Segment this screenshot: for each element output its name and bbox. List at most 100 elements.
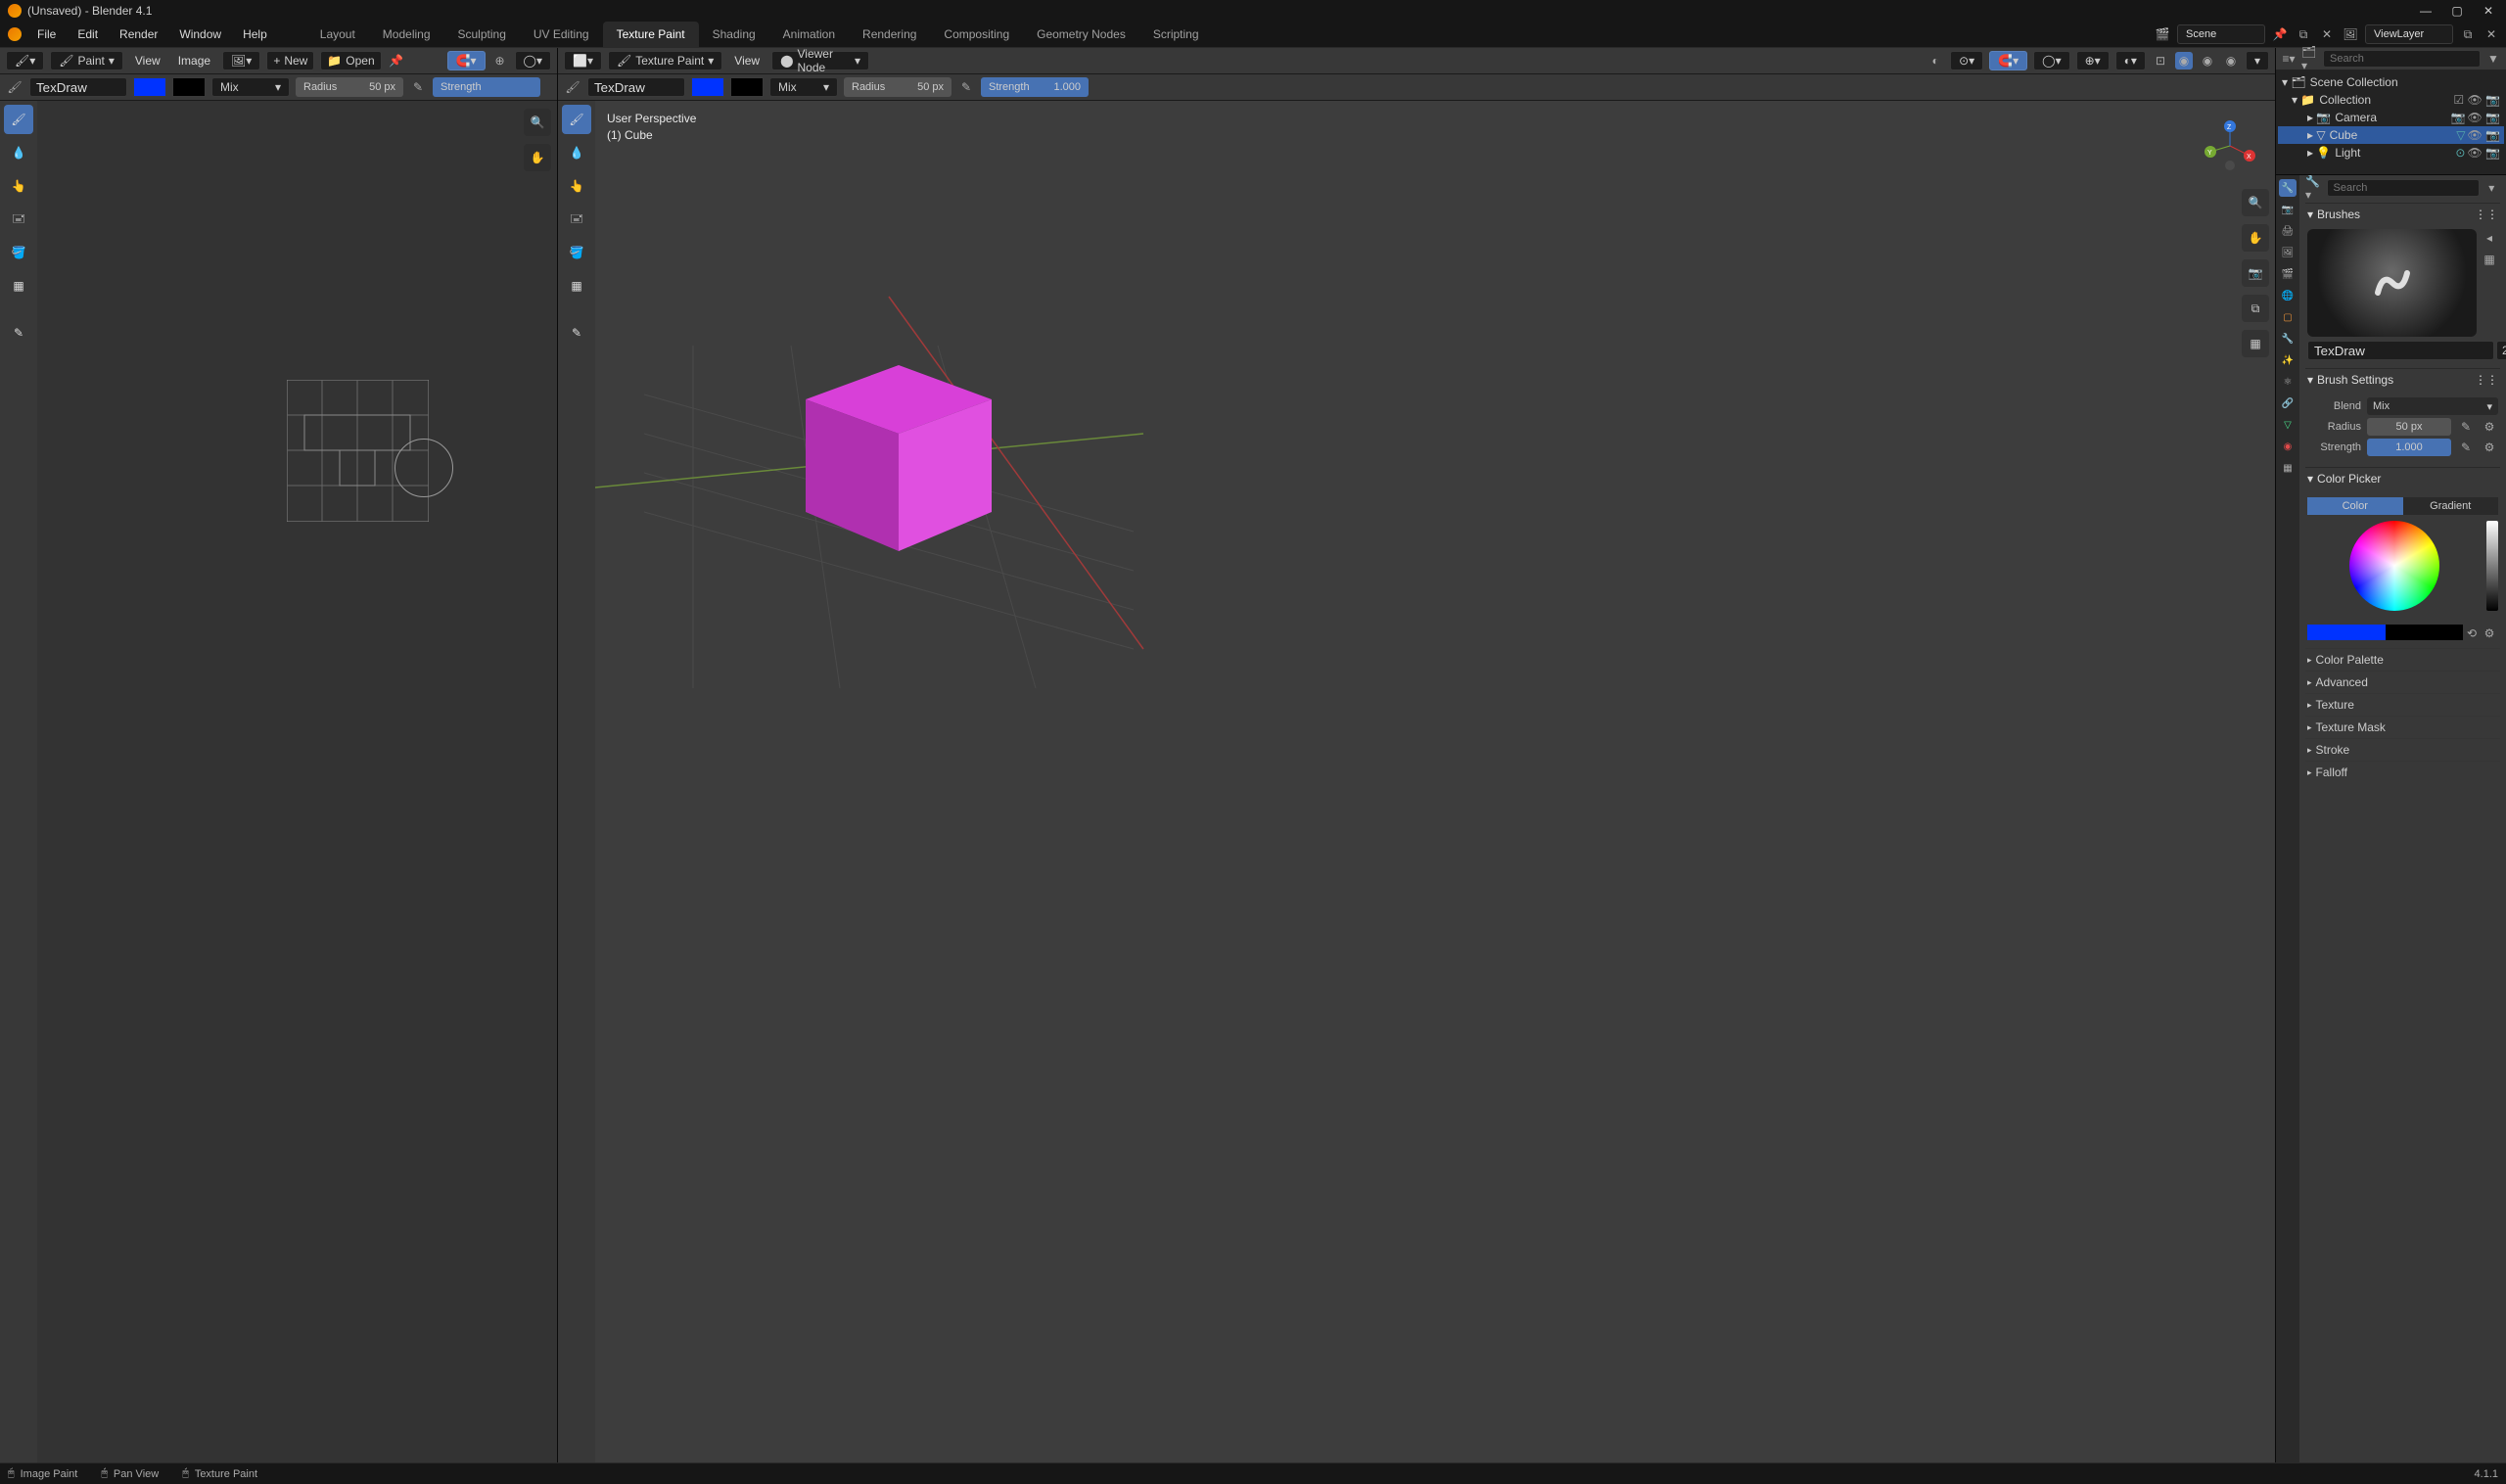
tab-constraints[interactable]: 🔗 xyxy=(2279,394,2297,412)
outliner-filter-icon[interactable]: ▼ xyxy=(2484,50,2502,68)
viewlayer-new-icon[interactable]: ⧉ xyxy=(2459,25,2477,43)
snap-dropdown[interactable]: 🧲▾ xyxy=(447,51,486,70)
color-settings-icon[interactable]: ⚙ xyxy=(2481,625,2498,642)
strength-unit-icon[interactable]: ⚙ xyxy=(2481,439,2498,456)
annotate-tool-3d[interactable]: ✎ xyxy=(562,318,591,348)
mask-tool-3d[interactable]: ▦ xyxy=(562,271,591,301)
view-menu-3d[interactable]: View xyxy=(728,52,766,70)
mode-3d-dropdown[interactable]: 🖌 Texture Paint ▾ xyxy=(608,51,722,70)
axis-gizmo[interactable]: X Y Z xyxy=(2203,118,2257,173)
brush-thumb-icon[interactable]: ▦ xyxy=(2481,251,2498,268)
props-options-icon[interactable]: ▾ xyxy=(2483,179,2501,197)
ws-shading[interactable]: Shading xyxy=(699,22,769,47)
radius-slider[interactable]: Radius50 px xyxy=(296,77,403,97)
pan-icon[interactable]: ✋ xyxy=(524,144,551,171)
strength-3d-slider[interactable]: Strength1.000 xyxy=(981,77,1089,97)
brush-users[interactable]: 2 xyxy=(2496,341,2506,360)
pan-3d-icon[interactable]: ✋ xyxy=(2242,224,2269,252)
panel-texture-mask[interactable]: Texture Mask xyxy=(2305,716,2500,738)
soften-tool-3d[interactable]: 💧 xyxy=(562,138,591,167)
ws-scripting[interactable]: Scripting xyxy=(1139,22,1213,47)
menu-render[interactable]: Render xyxy=(110,23,167,45)
blend-mode-dropdown[interactable]: Mix ▾ xyxy=(211,77,290,97)
viewlayer-icon[interactable]: 🖼 xyxy=(2342,25,2359,43)
overlay-3d-dropdown[interactable]: ◐▾ xyxy=(2115,51,2146,70)
menu-file[interactable]: File xyxy=(27,23,66,45)
viewlayer-input[interactable] xyxy=(2365,24,2453,44)
mask-tool[interactable]: ▦ xyxy=(4,271,33,301)
tab-render[interactable]: 📷 xyxy=(2279,201,2297,218)
perspective-icon[interactable]: ▦ xyxy=(2242,330,2269,357)
brush-preview[interactable] xyxy=(2307,229,2477,337)
shading-dropdown[interactable]: ▾ xyxy=(2246,51,2269,70)
panel-advanced[interactable]: Advanced xyxy=(2305,671,2500,693)
draw-tool[interactable]: 🖌 xyxy=(4,105,33,134)
tab-world[interactable]: 🌐 xyxy=(2279,287,2297,304)
blend-3d-dropdown[interactable]: Mix▾ xyxy=(769,77,838,97)
ws-uv-editing[interactable]: UV Editing xyxy=(520,22,603,47)
scene-icon[interactable]: 🎬 xyxy=(2154,25,2171,43)
mode-dropdown[interactable]: 🖌 Paint ▾ xyxy=(50,51,123,70)
ws-texture-paint[interactable]: Texture Paint xyxy=(603,22,699,47)
swap-colors-icon[interactable]: ⟲ xyxy=(2463,625,2481,642)
color-picker-header[interactable]: ▾ Color Picker xyxy=(2305,467,2500,489)
clone-tool-3d[interactable]: 🖃 xyxy=(562,205,591,234)
brushes-panel-header[interactable]: ▾ Brushes⋮⋮ xyxy=(2305,203,2500,225)
scene-pin-icon[interactable]: 📌 xyxy=(2271,25,2289,43)
value-slider[interactable] xyxy=(2486,521,2498,611)
color-wheel[interactable] xyxy=(2349,521,2439,611)
properties-search[interactable] xyxy=(2327,179,2480,197)
menu-window[interactable]: Window xyxy=(169,23,231,45)
viewport-3d-canvas[interactable]: User Perspective (1) Cube X Y Z 🔍 ✋ 📷 ⧉ … xyxy=(595,101,2275,1462)
proportional-dropdown[interactable]: ◯▾ xyxy=(2033,51,2069,70)
tab-modifiers[interactable]: 🔧 xyxy=(2279,330,2297,348)
shading-solid-icon[interactable]: ◉ xyxy=(2175,52,2193,70)
outliner-search[interactable] xyxy=(2323,50,2481,68)
layers-icon[interactable]: ⧉ xyxy=(2242,295,2269,322)
tab-scene[interactable]: 🎬 xyxy=(2279,265,2297,283)
brush-name-3d[interactable] xyxy=(587,77,685,97)
view-menu[interactable]: View xyxy=(129,52,166,70)
annotate-tool[interactable]: ✎ xyxy=(4,318,33,348)
minimize-button[interactable]: — xyxy=(2416,4,2436,18)
brush-settings-header[interactable]: ▾ Brush Settings⋮⋮ xyxy=(2305,368,2500,391)
ws-layout[interactable]: Layout xyxy=(306,22,369,47)
zoom-3d-icon[interactable]: 🔍 xyxy=(2242,189,2269,216)
xray-icon[interactable]: ⊡ xyxy=(2152,52,2169,70)
primary-color-swatch[interactable] xyxy=(133,77,166,97)
brush-name-input[interactable] xyxy=(2307,341,2494,360)
tab-viewlayer[interactable]: 🖼 xyxy=(2279,244,2297,261)
panel-falloff[interactable]: Falloff xyxy=(2305,761,2500,783)
image-menu[interactable]: Image xyxy=(172,52,216,70)
brush-icon[interactable]: 🖌 xyxy=(6,78,23,96)
smear-tool[interactable]: 👆 xyxy=(4,171,33,201)
panel-texture[interactable]: Texture xyxy=(2305,693,2500,716)
pivot-dropdown[interactable]: ⊙▾ xyxy=(1950,51,1983,70)
shading-material-icon[interactable]: ◉ xyxy=(2199,52,2216,70)
soften-tool[interactable]: 💧 xyxy=(4,138,33,167)
panel-stroke[interactable]: Stroke xyxy=(2305,738,2500,761)
menu-help[interactable]: Help xyxy=(233,23,277,45)
ws-compositing[interactable]: Compositing xyxy=(930,22,1023,47)
scene-copy-icon[interactable]: ⧉ xyxy=(2295,25,2312,43)
viewlayer-delete-icon[interactable]: ✕ xyxy=(2483,25,2500,43)
tree-light[interactable]: ▸ 💡 Light ⊙ 👁 📷 xyxy=(2278,144,2504,162)
primary-swatch[interactable] xyxy=(2307,625,2386,640)
strength-pressure-icon[interactable]: ✎ xyxy=(2457,439,2475,456)
ws-sculpting[interactable]: Sculpting xyxy=(444,22,520,47)
outliner-type-icon[interactable]: ≡▾ xyxy=(2280,50,2297,68)
viewer-node-dropdown[interactable]: ⬤ Viewer Node ▾ xyxy=(771,51,869,70)
panel-color-palette[interactable]: Color Palette xyxy=(2305,648,2500,671)
zoom-icon[interactable]: 🔍 xyxy=(524,109,551,136)
radius-pen-icon[interactable]: ✎ xyxy=(409,78,427,96)
tree-camera[interactable]: ▸ 📷 Camera 📷 👁 📷 xyxy=(2278,109,2504,126)
tab-texture[interactable]: ▦ xyxy=(2279,459,2297,477)
secondary-swatch[interactable] xyxy=(2386,625,2464,640)
tab-physics[interactable]: ⚛ xyxy=(2279,373,2297,391)
radius-unit-icon[interactable]: ⚙ xyxy=(2481,418,2498,436)
tab-material[interactable]: ◉ xyxy=(2279,438,2297,455)
tab-object[interactable]: ▢ xyxy=(2279,308,2297,326)
ws-rendering[interactable]: Rendering xyxy=(849,22,930,47)
pin-image-icon[interactable]: 📌 xyxy=(388,52,405,70)
tab-data[interactable]: ▽ xyxy=(2279,416,2297,434)
